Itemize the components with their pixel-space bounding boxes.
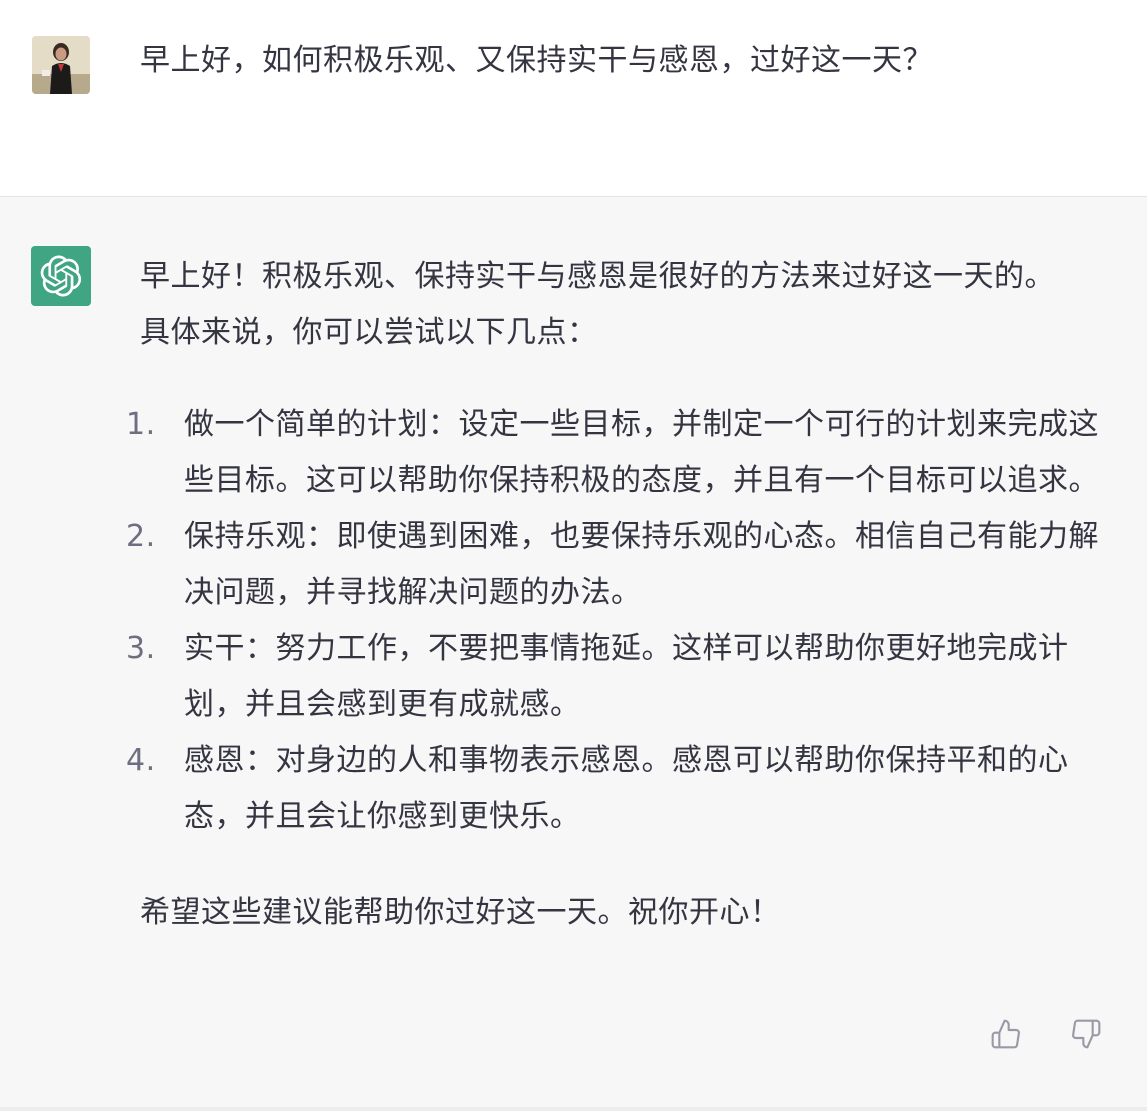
list-item-number: 4. [126,743,156,778]
user-avatar [32,36,90,94]
openai-logo-icon [40,255,82,297]
user-message-text: 早上好，如何积极乐观、又保持实干与感恩，过好这一天？ [140,43,933,78]
list-item-text: 实干：努力工作，不要把事情拖延。这样可以帮助你更好地完成计划，并且会感到更有成就… [184,631,1069,722]
user-avatar-photo [32,36,90,94]
feedback-buttons [989,1017,1103,1051]
list-item: 2. 保持乐观：即使遇到困难，也要保持乐观的心态。相信自己有能力解决问题，并寻找… [126,509,1100,621]
assistant-closing-text: 希望这些建议能帮助你过好这一天。祝你开心！ [140,895,781,930]
list-item-number: 2. [126,519,156,554]
thumbs-up-button[interactable] [989,1017,1023,1051]
list-item-text: 保持乐观：即使遇到困难，也要保持乐观的心态。相信自己有能力解决问题，并寻找解决问… [184,519,1099,610]
tips-list: 1. 做一个简单的计划：设定一些目标，并制定一个可行的计划来完成这些目标。这可以… [126,397,1100,845]
assistant-avatar [31,246,91,306]
assistant-intro-text: 早上好！积极乐观、保持实干与感恩是很好的方法来过好这一天的。具体来说，你可以尝试… [140,259,1055,350]
thumbs-up-icon [991,1019,1020,1049]
thumbs-down-button[interactable] [1069,1017,1103,1051]
bottom-divider [0,1107,1147,1111]
list-item: 4. 感恩：对身边的人和事物表示感恩。感恩可以帮助你保持平和的心态，并且会让你感… [126,733,1100,845]
list-item-number: 1. [126,407,156,442]
list-item: 1. 做一个简单的计划：设定一些目标，并制定一个可行的计划来完成这些目标。这可以… [126,397,1100,509]
list-item-number: 3. [126,631,156,666]
assistant-message-content: 早上好！积极乐观、保持实干与感恩是很好的方法来过好这一天的。具体来说，你可以尝试… [126,249,1100,941]
user-message-row: 早上好，如何积极乐观、又保持实干与感恩，过好这一天？ [0,0,1147,197]
assistant-message-row: 早上好！积极乐观、保持实干与感恩是很好的方法来过好这一天的。具体来说，你可以尝试… [0,197,1147,1111]
list-item-text: 感恩：对身边的人和事物表示感恩。感恩可以帮助你保持平和的心态，并且会让你感到更快… [184,743,1069,834]
list-item: 3. 实干：努力工作，不要把事情拖延。这样可以帮助你更好地完成计划，并且会感到更… [126,621,1100,733]
thumbs-down-icon [1072,1019,1101,1049]
list-item-text: 做一个简单的计划：设定一些目标，并制定一个可行的计划来完成这些目标。这可以帮助你… [184,407,1099,498]
